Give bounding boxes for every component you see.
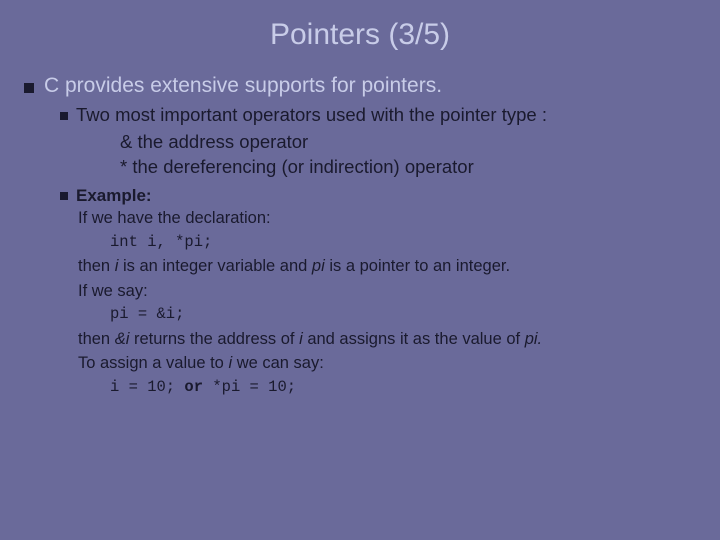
code-line: i = 10; or *pi = 10; <box>110 376 696 399</box>
main-point-text: C provides extensive supports for pointe… <box>44 74 696 98</box>
example-heading: Example: <box>60 186 696 206</box>
square-bullet-icon <box>24 83 34 93</box>
operator-line-2: * the dereferencing (or indirection) ope… <box>120 155 696 180</box>
bullet-level-2: Two most important operators used with t… <box>60 104 696 126</box>
code-line: int i, *pi; <box>110 231 696 254</box>
operator-desc: the address operator <box>132 131 308 152</box>
example-text: If we say: <box>78 279 696 304</box>
operator-symbol: & <box>120 131 132 152</box>
code-line: pi = &i; <box>110 303 696 326</box>
operator-desc: the dereferencing (or indirection) opera… <box>127 156 474 177</box>
example-text: then &i returns the address of i and ass… <box>78 327 696 352</box>
bullet-level-1: C provides extensive supports for pointe… <box>24 74 696 98</box>
slide-title: Pointers (3/5) <box>24 18 696 52</box>
slide: Pointers (3/5) C provides extensive supp… <box>0 0 720 540</box>
example-text: If we have the declaration: <box>78 206 696 231</box>
square-bullet-icon <box>60 112 68 120</box>
operator-line-1: & the address operator <box>120 130 696 155</box>
square-bullet-icon <box>60 192 68 200</box>
example-label: Example: <box>76 186 152 206</box>
example-body: If we have the declaration: int i, *pi; … <box>78 206 696 400</box>
example-text: To assign a value to i we can say: <box>78 351 696 376</box>
example-text: then i is an integer variable and pi is … <box>78 254 696 279</box>
sub-point-text: Two most important operators used with t… <box>76 104 696 126</box>
